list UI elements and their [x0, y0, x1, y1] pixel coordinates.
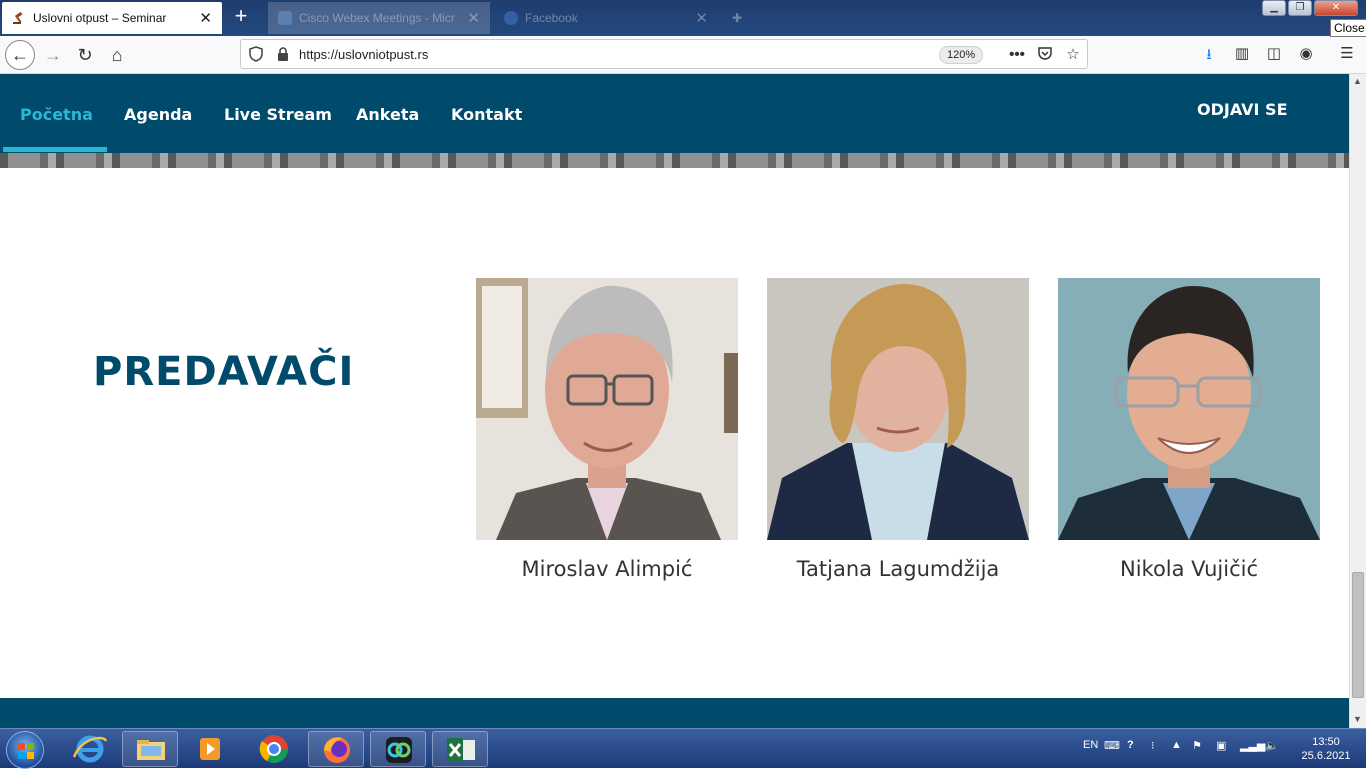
pocket-icon[interactable]	[1035, 45, 1055, 65]
active-nav-underline	[3, 147, 107, 152]
language-indicator[interactable]: EN	[1083, 739, 1098, 751]
url-text[interactable]: https://uslovniotpust.rs	[299, 47, 428, 62]
scroll-up-icon[interactable]: ▲	[1353, 76, 1362, 86]
speaker-name-3: Nikola Vujičić	[1119, 557, 1259, 581]
media-player-icon[interactable]	[182, 731, 238, 767]
new-tab-button[interactable]: +	[228, 4, 254, 30]
show-hidden-icons[interactable]: ▲	[1171, 739, 1182, 751]
bookmark-star-icon[interactable]: ☆	[1063, 45, 1083, 65]
speaker-name-2: Tatjana Lagumdžija	[796, 557, 1000, 581]
close-tab-icon[interactable]: ✕	[467, 9, 480, 27]
chrome-icon[interactable]	[246, 731, 302, 767]
usb-icon[interactable]: ▣	[1216, 739, 1226, 752]
input-options-icon[interactable]: ⁝	[1151, 739, 1155, 752]
tab-title: Facebook	[525, 11, 578, 25]
network-icon[interactable]: ▂▃▅	[1240, 739, 1265, 752]
tab-overflow-button[interactable]: ✚	[722, 2, 752, 34]
action-center-flag-icon[interactable]: ⚑	[1192, 739, 1202, 752]
nav-kontakt[interactable]: Kontakt	[451, 105, 522, 124]
close-tab-icon[interactable]: ✕	[199, 9, 212, 27]
browser-toolbar: ← → ↻ ⌂ https://uslovniotpust.rs 120% ••…	[0, 36, 1366, 74]
speaker-photo-3	[1058, 278, 1320, 540]
minimize-button[interactable]: ▁	[1262, 0, 1286, 16]
firefox-icon[interactable]	[308, 731, 364, 767]
tracking-shield-icon[interactable]	[249, 46, 263, 62]
back-button[interactable]: ←	[5, 40, 35, 70]
page-scrollbar[interactable]: ▲ ▼	[1349, 74, 1366, 728]
close-tab-icon[interactable]: ✕	[695, 9, 708, 27]
tab-webex[interactable]: Cisco Webex Meetings - Micr ✕	[268, 2, 490, 34]
site-header: Početna Agenda Live Stream Anketa Kontak…	[0, 74, 1349, 153]
section-title: PREDAVAČI	[93, 349, 355, 395]
restore-button[interactable]: ❐	[1288, 0, 1312, 16]
gavel-icon	[12, 11, 26, 25]
nav-live-stream[interactable]: Live Stream	[224, 105, 332, 124]
volume-icon[interactable]: 🔈	[1265, 739, 1279, 752]
forward-button[interactable]: →	[38, 40, 68, 70]
tab-strip: Uslovni otpust – Seminar ✕ + Cisco Webex…	[0, 0, 1366, 36]
internet-explorer-icon[interactable]	[62, 731, 118, 767]
page-actions-icon[interactable]: •••	[1007, 45, 1027, 65]
tab-title: Uslovni otpust – Seminar	[33, 11, 167, 25]
banner-image-strip	[0, 153, 1349, 168]
help-icon[interactable]: ?	[1127, 739, 1134, 751]
home-button[interactable]: ⌂	[102, 40, 132, 70]
close-window-button[interactable]: ✕	[1314, 0, 1358, 16]
nav-anketa[interactable]: Anketa	[356, 105, 419, 124]
account-icon[interactable]: ◉	[1295, 44, 1317, 66]
close-tooltip: Close	[1330, 19, 1366, 37]
clock[interactable]: 13:50 25.6.2021	[1296, 735, 1356, 763]
scroll-down-icon[interactable]: ▼	[1353, 714, 1362, 724]
taskbar: EN ⌨ ? ⁝ ▲ ⚑ ▣ ▂▃▅ 🔈 13:50 25.6.2021	[0, 728, 1366, 769]
scrollbar-thumb[interactable]	[1352, 572, 1364, 698]
download-icon[interactable]: ⭳	[1198, 44, 1220, 66]
keyboard-icon[interactable]: ⌨	[1104, 739, 1120, 752]
tab-uslovni-otpust[interactable]: Uslovni otpust – Seminar ✕	[2, 2, 222, 34]
start-button[interactable]	[6, 731, 44, 769]
sidebar-icon[interactable]: ◫	[1263, 44, 1285, 66]
file-explorer-icon[interactable]	[122, 731, 178, 767]
webex-icon	[278, 11, 292, 25]
tab-title: Cisco Webex Meetings - Micr	[299, 11, 455, 25]
address-bar[interactable]: https://uslovniotpust.rs 120% ••• ☆	[240, 39, 1088, 69]
lock-icon[interactable]	[277, 47, 289, 61]
webex-taskbar-icon[interactable]	[370, 731, 426, 767]
tab-facebook[interactable]: Facebook ✕	[494, 2, 718, 34]
reload-button[interactable]: ↻	[70, 40, 100, 70]
library-icon[interactable]: ▥	[1231, 44, 1253, 66]
window-controls: ▁ ❐ ✕	[1262, 0, 1358, 16]
speaker-photo-1	[476, 278, 738, 540]
menu-icon[interactable]: ☰	[1336, 44, 1358, 66]
site-footer	[0, 698, 1349, 728]
speaker-photo-2	[767, 278, 1029, 540]
nav-pocetna[interactable]: Početna	[20, 105, 93, 124]
nav-agenda[interactable]: Agenda	[124, 105, 192, 124]
speakers-section: PREDAVAČI Miroslav Alimpić Tatjana Lagum…	[0, 168, 1349, 698]
logout-button[interactable]: ODJAVI SE	[1197, 100, 1288, 119]
clock-date: 25.6.2021	[1301, 750, 1351, 762]
zoom-indicator[interactable]: 120%	[939, 46, 984, 64]
speaker-name-1: Miroslav Alimpić	[521, 557, 693, 581]
clock-time: 13:50	[1312, 736, 1340, 748]
facebook-icon	[504, 11, 518, 25]
excel-icon[interactable]	[432, 731, 488, 767]
